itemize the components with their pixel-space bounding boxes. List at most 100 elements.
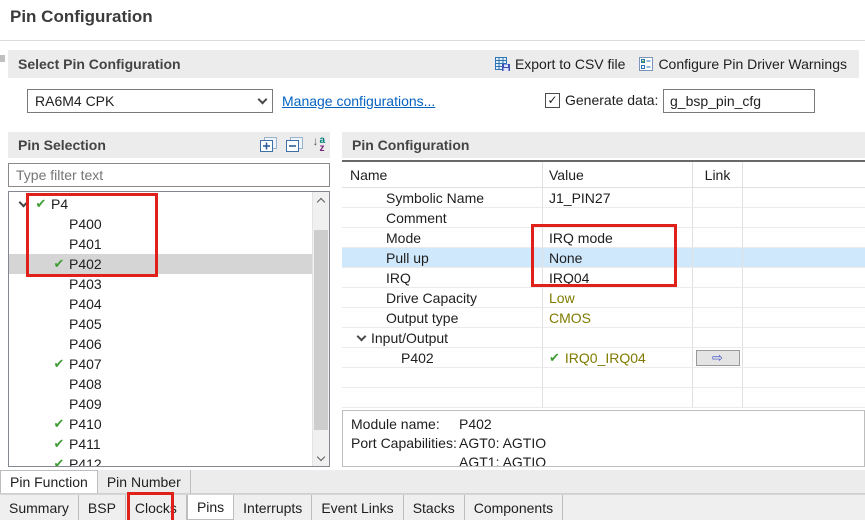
view-tab-label: Pin Number (107, 474, 181, 490)
tree-item[interactable]: ✔ P411 (9, 434, 312, 454)
page-tab[interactable]: Interrupts (234, 495, 312, 520)
navigate-link-button[interactable]: ⇨ (696, 350, 740, 366)
tree-item[interactable]: P406 (9, 334, 312, 354)
page-tab-label: Components (474, 500, 553, 516)
configure-warnings-icon (639, 57, 653, 71)
column-header-value[interactable]: Value (543, 162, 693, 187)
generate-data-input[interactable] (663, 89, 815, 113)
generate-data-label: Generate data: (565, 92, 658, 108)
generate-data-checkbox[interactable]: ✓ (545, 93, 560, 108)
table-row[interactable]: Pull up None (342, 248, 865, 268)
tree-item-label: P406 (69, 336, 102, 352)
module-name-label: Module name: (351, 415, 459, 434)
tree-item[interactable]: P404 (9, 294, 312, 314)
pin-selection-header: Pin Selection ↓ a (8, 132, 330, 158)
table-row[interactable]: Comment (342, 208, 865, 228)
tree-item-label: P407 (69, 356, 102, 372)
table-row[interactable]: P402 ✔ IRQ0_IRQ04 ⇨ (342, 348, 865, 368)
property-name: Mode (386, 230, 421, 246)
table-row[interactable] (342, 368, 865, 388)
page-tabs: Summary BSP Clocks Pins Interrupts Event… (0, 494, 865, 520)
page-tab-label: BSP (88, 500, 116, 516)
scroll-origin-mark (0, 55, 5, 62)
view-tab[interactable]: Pin Function (0, 470, 98, 493)
property-name: IRQ (386, 270, 411, 286)
tree-scrollbar[interactable] (312, 192, 329, 466)
port-capabilities-label: Port Capabilities: (351, 434, 459, 453)
scroll-down-icon[interactable] (313, 450, 329, 466)
tree-item[interactable]: P403 (9, 274, 312, 294)
column-header-name[interactable]: Name (342, 162, 543, 187)
scrollbar-thumb[interactable] (314, 230, 328, 430)
tree-item[interactable]: P409 (9, 394, 312, 414)
pin-configuration-page: Pin Configuration Select Pin Configurati… (0, 0, 865, 520)
configuration-select[interactable]: RA6M4 CPK (27, 89, 273, 113)
tree-item-label: P403 (69, 276, 102, 292)
property-value: IRQ mode (549, 230, 613, 246)
collapse-all-icon[interactable] (286, 137, 304, 153)
tree-item[interactable]: P400 (9, 214, 312, 234)
page-tab[interactable]: Stacks (404, 495, 465, 520)
property-name: Symbolic Name (386, 190, 484, 206)
view-tab[interactable]: Pin Number (98, 470, 191, 493)
tree-item-label: P402 (69, 256, 102, 272)
scroll-up-icon[interactable] (313, 192, 329, 208)
configured-check-icon: ✔ (54, 256, 65, 271)
view-tab-label: Pin Function (10, 474, 88, 490)
tree-item[interactable]: P408 (9, 374, 312, 394)
page-tab[interactable]: Components (465, 495, 563, 520)
table-row[interactable]: Mode IRQ mode (342, 228, 865, 248)
property-value: Low (549, 290, 575, 306)
tree-item[interactable]: ✔ P410 (9, 414, 312, 434)
module-name-value: P402 (459, 415, 492, 434)
table-row[interactable]: Input/Output (342, 328, 865, 348)
table-row[interactable] (342, 388, 865, 408)
configured-check-icon: ✔ (54, 416, 65, 431)
module-info: Module name: P402 Port Capabilities: AGT… (342, 410, 865, 467)
tree-item-label: P409 (69, 396, 102, 412)
export-csv-label: Export to CSV file (515, 56, 626, 72)
page-tab[interactable]: Pins (187, 495, 234, 520)
manage-configurations-link[interactable]: Manage configurations... (282, 93, 435, 109)
export-csv-button[interactable]: Export to CSV file (495, 56, 626, 72)
pin-filter-input[interactable] (8, 163, 330, 187)
configure-warnings-button[interactable]: Configure Pin Driver Warnings (639, 56, 847, 72)
property-name: Output type (386, 310, 458, 326)
table-row[interactable]: Symbolic Name J1_PIN27 (342, 188, 865, 208)
expand-all-icon[interactable] (260, 137, 278, 153)
tree-item[interactable]: P401 (9, 234, 312, 254)
configured-check-icon: ✔ (54, 456, 65, 467)
table-header-row: Name Value Link (342, 162, 865, 188)
tree-item[interactable]: P405 (9, 314, 312, 334)
title-separator (0, 40, 865, 41)
table-row[interactable]: Drive Capacity Low (342, 288, 865, 308)
tree-item[interactable]: ✔ P412 (9, 454, 312, 467)
property-name: Comment (386, 210, 447, 226)
chevron-down-icon (18, 198, 28, 208)
select-pin-configuration-header: Select Pin Configuration (8, 50, 859, 78)
pin-selection-title: Pin Selection (8, 137, 106, 153)
property-value: IRQ04 (549, 270, 589, 286)
pin-selection-toolbar: ↓ a z (260, 137, 330, 153)
export-csv-icon (495, 57, 510, 71)
sort-alphabetical-icon[interactable]: ↓ a z (312, 137, 325, 153)
select-pin-configuration-title: Select Pin Configuration (8, 56, 181, 72)
tree-item-label: P410 (69, 416, 102, 432)
chevron-down-icon[interactable] (357, 331, 367, 341)
page-tab[interactable]: Event Links (312, 495, 403, 520)
page-tab[interactable]: Summary (0, 495, 79, 520)
tree-item[interactable]: ✔ P407 (9, 354, 312, 374)
property-name: P402 (401, 350, 434, 366)
table-row[interactable]: IRQ IRQ04 (342, 268, 865, 288)
page-tab[interactable]: BSP (79, 495, 126, 520)
property-name: Input/Output (371, 330, 448, 346)
page-tab[interactable]: Clocks (126, 495, 187, 520)
tree-item[interactable]: ✔ P4 (9, 194, 312, 214)
table-row[interactable]: Output type CMOS (342, 308, 865, 328)
tree-item-label: P401 (69, 236, 102, 252)
page-tab-label: Interrupts (243, 500, 302, 516)
page-tab-label: Pins (197, 499, 224, 515)
column-header-link[interactable]: Link (693, 162, 743, 187)
tree-item[interactable]: ✔ P402 (9, 254, 312, 274)
tree-item-label: P404 (69, 296, 102, 312)
